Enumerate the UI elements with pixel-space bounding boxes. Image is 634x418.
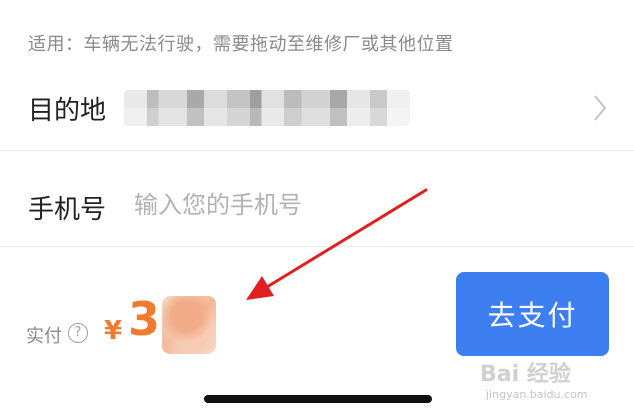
price-amount-blurred: [162, 296, 216, 354]
phone-row: 手机号: [0, 151, 634, 247]
destination-value-blurred: [124, 90, 410, 126]
watermark-sub: jingyan.baidu.com: [486, 388, 588, 401]
watermark-main: Bai 经验: [480, 362, 571, 387]
home-indicator[interactable]: [204, 395, 432, 403]
phone-label: 手机号: [28, 195, 107, 225]
pay-button[interactable]: 去支付: [456, 272, 609, 356]
chevron-right-icon: [594, 95, 607, 121]
paid-amount-label: 实付: [26, 326, 62, 347]
destination-row[interactable]: 目的地: [0, 60, 634, 151]
question-circle-icon[interactable]: ?: [68, 323, 88, 343]
phone-input[interactable]: [134, 185, 514, 225]
currency-symbol: ¥: [104, 316, 123, 346]
destination-label: 目的地: [28, 96, 107, 126]
price-amount: 3: [128, 292, 161, 346]
usage-hint: 适用：车辆无法行驶，需要拖动至维修厂或其他位置: [28, 34, 454, 55]
watermark-logo: Bai 经验 jingyan.baidu.com: [480, 352, 630, 412]
